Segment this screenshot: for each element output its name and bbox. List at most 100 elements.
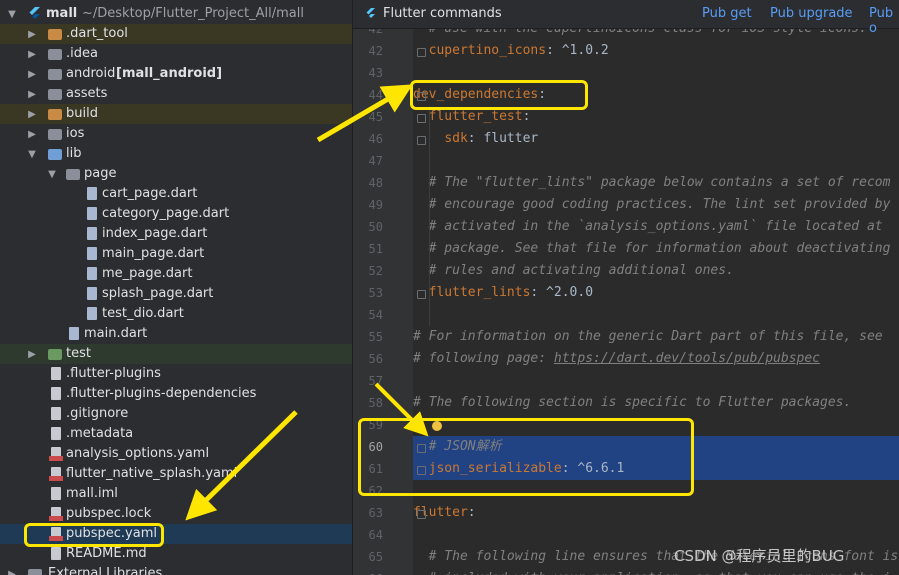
chevron-right-icon[interactable]: ▶ [26, 29, 38, 40]
tree-item-cart-page[interactable]: cart_page.dart [0, 184, 352, 204]
code-line[interactable]: flutter_lints: ^2.0.0 [413, 282, 899, 304]
tree-item-label: .gitignore [66, 406, 129, 421]
tree-item-main-page[interactable]: main_page.dart [0, 244, 352, 264]
code-line[interactable]: cupertino_icons: ^1.0.2 [413, 40, 899, 62]
tree-item-category-page[interactable]: category_page.dart [0, 204, 352, 224]
tree-item-splash-page[interactable]: splash_page.dart [0, 284, 352, 304]
tree-item-label: build [66, 106, 98, 121]
code-line[interactable] [413, 524, 899, 546]
code-line[interactable]: # activated in the `analysis_options.yam… [413, 216, 899, 238]
chevron-right-icon[interactable]: ▶ [26, 69, 38, 80]
tree-item-test-dio[interactable]: test_dio.dart [0, 304, 352, 324]
tree-item-analysis-options[interactable]: analysis_options.yaml [0, 444, 352, 464]
tree-item-native-splash[interactable]: flutter_native_splash.yaml [0, 464, 352, 484]
tree-item-flutter-plugins-deps[interactable]: .flutter-plugins-dependencies [0, 384, 352, 404]
code-line[interactable]: sdk: flutter [413, 128, 899, 150]
line-number: 56 [368, 352, 383, 366]
code-line[interactable]: # included with your application, so tha… [413, 568, 899, 575]
line-number: 64 [368, 528, 383, 542]
chevron-right-icon[interactable]: ▶ [26, 109, 38, 120]
project-panel: ▼ mall ~/Desktop/Flutter_Project_All/mal… [0, 0, 352, 575]
folder-icon [66, 169, 80, 180]
highlight-box-pubspec [24, 523, 164, 547]
pub-get-link[interactable]: Pub get [702, 6, 752, 21]
line-number: 65 [368, 550, 383, 564]
chevron-down-icon[interactable]: ▼ [46, 169, 58, 180]
code-line[interactable]: # The following section is specific to F… [413, 392, 899, 414]
highlight-box-json-serializable [358, 418, 694, 496]
tree-item-lib[interactable]: ▼ lib [0, 144, 352, 164]
tree-item-me-page[interactable]: me_page.dart [0, 264, 352, 284]
fold-marker-icon[interactable] [417, 136, 426, 145]
tree-item-flutter-plugins[interactable]: .flutter-plugins [0, 364, 352, 384]
tree-item-index-page[interactable]: index_page.dart [0, 224, 352, 244]
tree-item-gitignore[interactable]: .gitignore [0, 404, 352, 424]
tree-item-pubspec-lock[interactable]: pubspec.lock [0, 504, 352, 524]
tree-item-main-dart[interactable]: main.dart [0, 324, 352, 344]
tree-item-label: pubspec.lock [66, 506, 152, 521]
chevron-down-icon[interactable]: ▼ [26, 149, 38, 160]
tree-item-label: flutter_native_splash.yaml [66, 466, 238, 481]
flutter-icon [29, 7, 40, 19]
code-line[interactable]: # following page: https://dart.dev/tools… [413, 348, 899, 370]
line-number: 63 [368, 506, 383, 520]
code-line[interactable]: # The "flutter_lints" package below cont… [413, 172, 899, 194]
chevron-down-icon[interactable]: ▼ [6, 9, 18, 20]
watermark: CSDN @程序员里的BUG [674, 547, 845, 565]
code-line[interactable]: # For information on the generic Dart pa… [413, 326, 899, 348]
tree-item-ios[interactable]: ▶ ios [0, 124, 352, 144]
tree-item-label: .dart_tool [66, 26, 128, 41]
pub-outdated-link[interactable]: Pub o [869, 6, 899, 36]
tree-item-external-libraries[interactable]: ▶ External Libraries [0, 564, 352, 575]
fold-marker-icon[interactable] [417, 510, 426, 519]
tree-item-build[interactable]: ▶ build [0, 104, 352, 124]
code-line[interactable] [413, 304, 899, 326]
line-number: 46 [368, 132, 383, 146]
tree-item-label: android [66, 66, 116, 81]
line-number: 54 [368, 308, 383, 322]
code-line[interactable]: # package. See that file for information… [413, 238, 899, 260]
tree-item-label: mall.iml [66, 486, 118, 501]
dart-file-icon [87, 287, 97, 300]
chevron-right-icon[interactable]: ▶ [26, 49, 38, 60]
code-line[interactable] [413, 370, 899, 392]
line-number: 52 [368, 264, 383, 278]
chevron-right-icon[interactable]: ▶ [26, 349, 38, 360]
flutter-icon [366, 8, 375, 18]
fold-marker-icon[interactable] [417, 290, 426, 299]
file-icon [51, 367, 61, 380]
line-number: 44 [368, 88, 383, 102]
tree-item-label: lib [66, 146, 82, 161]
file-icon [51, 387, 61, 400]
folder-icon [48, 149, 62, 160]
tree-item-assets[interactable]: ▶ assets [0, 84, 352, 104]
tree-item-android[interactable]: ▶ android [mall_android] [0, 64, 352, 84]
tree-root[interactable]: ▼ mall ~/Desktop/Flutter_Project_All/mal… [0, 4, 352, 24]
tree-item-label: .flutter-plugins [66, 366, 161, 381]
tree-item-label: .metadata [66, 426, 134, 441]
tree-item-label: page [84, 166, 117, 181]
fold-marker-icon[interactable] [417, 48, 426, 57]
pub-upgrade-link[interactable]: Pub upgrade [770, 6, 853, 21]
code-line[interactable] [413, 150, 899, 172]
tree-item-test[interactable]: ▶ test [0, 344, 352, 364]
highlight-box-dev-dependencies [410, 80, 588, 110]
file-icon [51, 407, 61, 420]
tree-item-metadata[interactable]: .metadata [0, 424, 352, 444]
tree-item-label: assets [66, 86, 108, 101]
tree-item-readme[interactable]: README.md [0, 544, 352, 564]
chevron-right-icon[interactable]: ▶ [26, 129, 38, 140]
code-line[interactable]: flutter: [413, 502, 899, 524]
tree-item-idea[interactable]: ▶ .idea [0, 44, 352, 64]
tree-item-page[interactable]: ▼ page [0, 164, 352, 184]
tree-item-label: ios [66, 126, 85, 141]
line-number: 47 [368, 154, 383, 168]
tree-item-mall-iml[interactable]: mall.iml [0, 484, 352, 504]
tree-item-dart-tool[interactable]: ▶ .dart_tool [0, 24, 352, 44]
chevron-right-icon[interactable]: ▶ [26, 89, 38, 100]
code-line[interactable]: # rules and activating additional ones. [413, 260, 899, 282]
code-line[interactable]: # encourage good coding practices. The l… [413, 194, 899, 216]
chevron-right-icon[interactable]: ▶ [6, 569, 18, 575]
fold-marker-icon[interactable] [417, 114, 426, 123]
tree-item-label: cart_page.dart [102, 186, 198, 201]
